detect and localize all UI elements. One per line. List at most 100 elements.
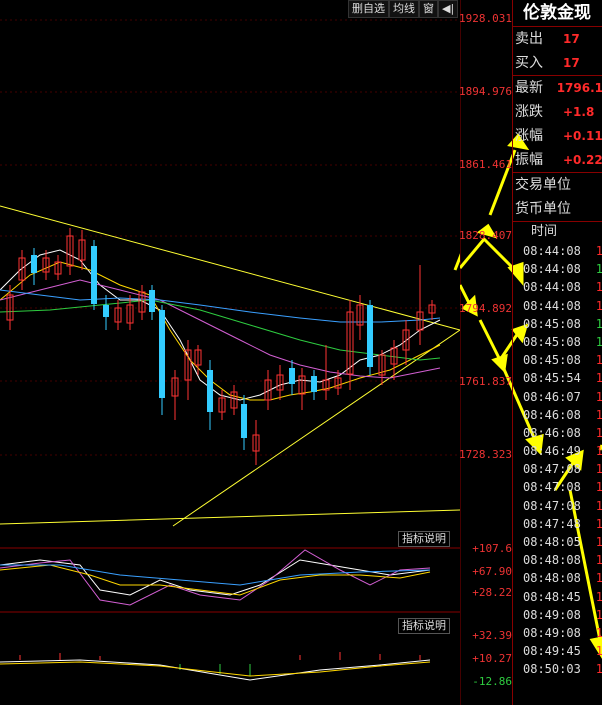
trade-price: 1 [595,607,602,622]
trade-price: 1 [595,662,602,677]
last-value: 1796.1 [556,81,602,95]
ind1-tick: +28.22 [472,586,512,599]
trade-time: 08:46:49 [523,444,581,459]
buy-value: 17 [563,56,580,70]
trade-price: 1 [595,425,602,440]
trade-row: 08:44:08 1 [513,260,602,278]
trade-price: 1 [595,444,602,459]
window-button[interactable]: 窗 [419,0,438,18]
trade-price: 1 [595,244,602,258]
trade-time: 08:48:05 [523,535,581,549]
collapse-icon[interactable]: ◀| [438,0,459,18]
ind2-tick: +10.27 [472,652,512,665]
trade-row: 08:45:08 1 [513,351,602,369]
trade-time: 08:49:08 [523,607,581,622]
trade-time: 08:46:08 [523,407,581,422]
trade-row: 08:45:54 1 [513,369,602,387]
change-value: +1.8 [563,105,595,119]
trade-time: 08:44:08 [523,298,581,313]
chart-toolbar: 删自选 均线 窗 ◀| [348,0,459,18]
trade-price: 1 [595,498,602,513]
axis-tick: 1728.323 [459,448,512,461]
trade-row: 08:46:08 1 [513,424,602,442]
trade-row: 08:44:08 1 [513,242,602,260]
indicator1-help-button[interactable]: 指标说明 [398,531,450,547]
indicator2-help-button[interactable]: 指标说明 [398,618,450,634]
trade-time: 08:47:08 [523,462,581,477]
trade-price: 1 [595,353,602,368]
trade-row: 08:50:03 1 [513,660,602,678]
trade-price: 1 [595,407,602,422]
chart-canvas [0,19,460,681]
trade-time: 08:44:08 [523,280,581,295]
trade-price: 1 [595,371,602,386]
trade-time: 08:48:08 [523,571,581,586]
time-header: 时间 [513,221,602,242]
trade-unit-label: 交易单位 [515,177,571,193]
trade-price: 1 [595,334,602,349]
trade-time: 08:47:08 [523,498,581,513]
trade-row: 08:49:45 1 [513,642,602,660]
trade-time: 08:49:45 [523,644,581,659]
trade-price: 1 [595,589,602,604]
trade-row: 08:45:08 1 [513,315,602,333]
trade-time: 08:47:08 [523,480,581,495]
axis-tick: 1894.976 [459,85,512,98]
trade-time: 08:48:45 [523,589,581,604]
axis-tick: 1928.031 [459,12,512,25]
trade-time: 08:46:08 [523,425,581,440]
trade-row: 08:48:08 1 [513,569,602,587]
trade-row: 08:46:08 1 [513,406,602,424]
trade-row: 08:47:08 1 [513,478,602,496]
trade-price: 1 [595,553,602,568]
moving-average-button[interactable]: 均线 [389,0,419,18]
delete-watchlist-button[interactable]: 删自选 [348,0,389,18]
trade-row: 08:46:07 1 [513,388,602,406]
trade-row: 08:48:08 1 [513,551,602,569]
trade-row: 08:49:08 1 [513,606,602,624]
ma-white [0,249,441,401]
trade-price: 1 [595,644,602,659]
trade-row: 08:47:08 1 [513,460,602,478]
axis-tick: 1761.837 [459,375,512,388]
change-pct-value: +0.11 [563,129,602,143]
trade-price: 1 [595,516,602,531]
ma-blue [0,289,441,323]
trade-time: 08:47:48 [523,516,581,531]
quote-panel: 伦敦金现 卖出 17 买入 17 最新 1796.1 涨跌 +1.8 涨幅 +0.11 振… [512,0,602,705]
trade-time: 08:44:08 [523,262,581,277]
last-label: 最新 [515,80,543,96]
trade-price: 1 [595,280,602,295]
trade-time: 08:44:08 [523,244,581,258]
trade-price: 1 [595,535,602,549]
ind2-tick: -12.86 [472,675,512,688]
trade-price: 1 [595,625,602,640]
trade-price: 1 [595,298,602,313]
trade-time: 08:49:08 [523,625,581,640]
trade-list[interactable]: 08:44:08 1 08:44:08 1 08:44:08 1 08:44:08 1 08:4… [513,242,602,679]
instrument-title: 伦敦金现 [513,0,602,27]
ind2-tick: +32.39 [472,629,512,642]
axis-tick: 1861.461 [459,158,512,171]
ind1-tick: +107.6 [472,542,512,555]
trade-row: 08:46:49 1 [513,442,602,460]
trade-row: 08:44:08 1 [513,278,602,296]
trade-row: 08:48:05 1 [513,533,602,551]
trade-time: 08:48:08 [523,553,581,568]
trade-row: 08:48:45 1 [513,588,602,606]
trendline-bottom [0,509,460,525]
trade-time: 08:45:08 [523,334,581,349]
trade-time: 08:45:08 [523,316,581,331]
candlestick-chart[interactable]: 删自选 均线 窗 ◀| 指标说明 指标说明 [0,0,460,681]
trade-time: 08:45:54 [523,371,581,386]
candles [6,228,436,465]
sell-label: 卖出 [515,31,543,47]
ma-yellow [0,261,441,401]
trade-price: 1 [595,462,602,477]
trade-row: 08:47:48 1 [513,515,602,533]
trade-row: 08:45:08 1 [513,333,602,351]
trendline-upper [0,205,460,331]
axis-tick: 1828.407 [459,229,512,242]
buy-label: 买入 [515,55,543,71]
trade-time: 08:46:07 [523,389,581,404]
